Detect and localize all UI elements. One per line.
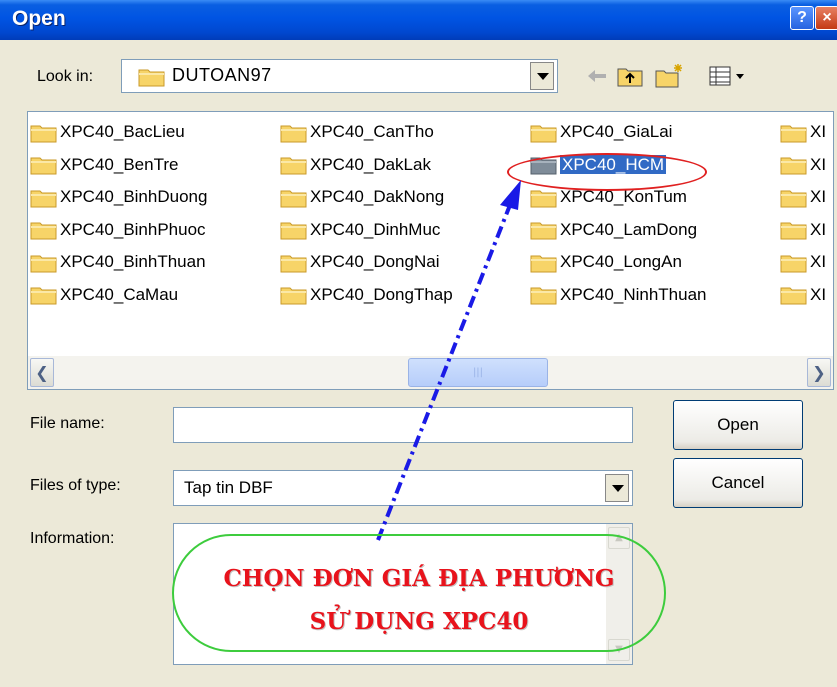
open-dialog: Open ? × Look in: DUTOAN97 XPC40_BacLieu… [0,0,837,687]
annotation-line-1: CHỌN ĐƠN GIÁ ĐỊA PHƯƠNG [223,565,615,592]
annotation-line-2: SỬ DỤNG XPC40 [309,608,529,635]
